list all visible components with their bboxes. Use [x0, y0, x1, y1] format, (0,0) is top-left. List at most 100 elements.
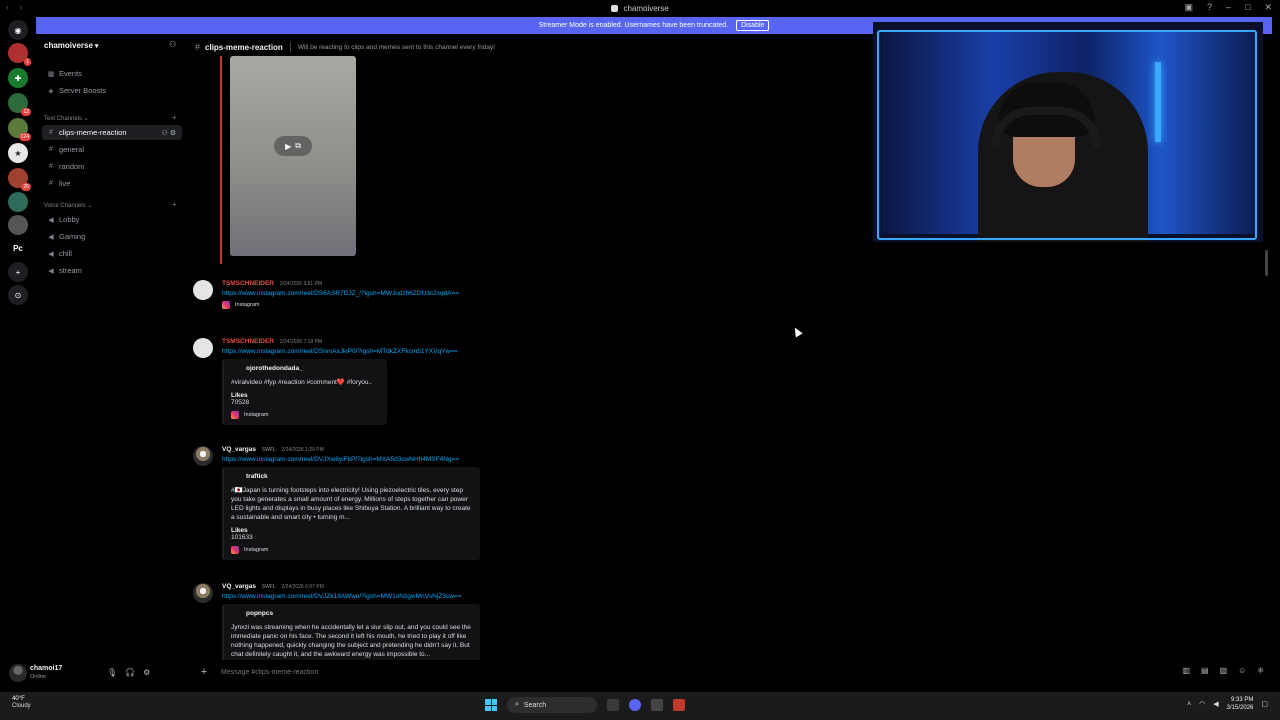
embed-description: #🇯🇵Japan is turning footsteps into elect… — [231, 487, 471, 521]
search-icon: ⌕ — [515, 701, 519, 708]
wifi-icon[interactable]: ◠ — [1199, 700, 1205, 708]
sidebar-item-events[interactable]: ▦ Events — [42, 66, 182, 81]
play-video-button[interactable]: ▶ ⧉ — [274, 136, 312, 156]
username[interactable]: VQ_vargas — [222, 583, 256, 590]
video-thumbnail[interactable]: ▶ ⧉ — [230, 56, 356, 256]
instagram-icon — [231, 411, 239, 419]
weather-widget[interactable]: 40°F Cloudy — [12, 696, 31, 710]
volume-icon[interactable]: ◀ — [1213, 700, 1218, 708]
channel-topic[interactable]: Will be reacting to clips and memes sent… — [298, 44, 495, 51]
channel-sidebar: chamoiverse ▾ ⚇ ▦ Events ◈ Server Boosts Te… — [36, 35, 186, 655]
message-link[interactable]: https://www.instagram.com/reel/DVJZk18AW… — [222, 593, 461, 600]
server-icon[interactable]: ★ — [8, 143, 28, 163]
hash-icon: # — [49, 180, 53, 187]
server-icon[interactable]: 12 — [8, 93, 31, 116]
taskbar-search[interactable]: ⌕ Search — [507, 697, 597, 713]
user-status: Online — [30, 674, 46, 680]
username[interactable]: TSMSCHNEIDER — [222, 338, 274, 345]
home-discord-icon[interactable]: ◉ — [8, 20, 28, 40]
hash-icon: # — [49, 146, 53, 153]
voice-channel-chill[interactable]: ◀ chill — [42, 246, 182, 261]
hash-icon: # — [49, 163, 53, 170]
embed-footer: Instagram — [231, 411, 380, 419]
clock[interactable]: 9:33 PM 3/15/2026 — [1227, 696, 1254, 712]
apps-icon[interactable]: ⁜ — [1257, 666, 1264, 675]
channel-live[interactable]: # live — [42, 176, 182, 191]
attach-plus-icon[interactable]: + — [196, 666, 212, 678]
sticker-icon[interactable]: ▧ — [1220, 666, 1228, 675]
discord-window: ‹ › chamoiverse ▣ ? – □ ✕ ◉ 1 ✚ 12 124 ★… — [0, 0, 1280, 720]
emoji-icon[interactable]: ☺ — [1238, 666, 1246, 675]
gif-icon[interactable]: ▤ — [1201, 666, 1209, 675]
speaker-icon: ◀ — [48, 216, 54, 224]
inbox-icon[interactable]: ▣ — [1184, 2, 1193, 13]
message-input[interactable] — [221, 668, 721, 676]
microphone-icon[interactable]: 🎙 — [107, 668, 117, 677]
username[interactable]: VQ_vargas — [222, 446, 256, 453]
channel-random[interactable]: # random — [42, 159, 182, 174]
voice-channel-stream[interactable]: ◀ stream — [42, 263, 182, 278]
window-title: chamoiverse — [0, 4, 1280, 13]
notifications-icon[interactable]: ▢ — [1261, 700, 1268, 708]
app-taskbar-icon[interactable] — [673, 699, 685, 711]
current-username[interactable]: chamoi17 — [30, 665, 62, 672]
server-icon[interactable]: ✚ — [8, 68, 28, 88]
embed-author[interactable]: popnpcs — [246, 610, 473, 617]
task-view-icon[interactable] — [607, 699, 619, 711]
headphones-icon[interactable]: 🎧 — [125, 668, 135, 677]
embed-author[interactable]: traftick — [246, 473, 473, 480]
window-controls: ▣ ? – □ ✕ — [1184, 2, 1272, 13]
channel-settings-icon[interactable]: ⚇⚙ — [161, 129, 178, 137]
webcam-overlay — [873, 22, 1263, 242]
chevron-down-icon: ▾ — [94, 43, 99, 50]
timestamp: 2/24/2026 6:07 PM — [281, 584, 324, 590]
close-button[interactable]: ✕ — [1264, 2, 1272, 13]
sidebar-item-server-boosts[interactable]: ◈ Server Boosts — [42, 83, 182, 98]
discover-icon[interactable]: ⊙ — [8, 285, 28, 305]
category-voice-channels[interactable]: Voice Channels ⌄ — [44, 202, 92, 209]
avatar[interactable] — [193, 583, 213, 603]
server-icon[interactable]: 26 — [8, 168, 31, 191]
gear-icon[interactable]: ⚙ — [143, 668, 150, 677]
username[interactable]: TSMSCHNEIDER — [222, 280, 274, 287]
embed-author[interactable]: ojorothedondada_ — [246, 365, 380, 372]
timestamp: 2/24/2026 7:19 PM — [279, 339, 323, 345]
category-text-channels[interactable]: Text Channels ⌄ — [44, 115, 89, 122]
maximize-button[interactable]: □ — [1245, 2, 1250, 13]
message: VQ_vargas SWFL 2/24/2026 6:07 PM https:/… — [193, 583, 893, 660]
server-icon[interactable] — [8, 192, 28, 212]
scrollbar[interactable] — [1265, 250, 1268, 276]
minimize-button[interactable]: – — [1226, 2, 1231, 13]
message-link[interactable]: https://www.instagram.com/reel/DS6ASR7DJ… — [222, 290, 459, 297]
help-icon[interactable]: ? — [1207, 2, 1212, 13]
add-server-icon[interactable]: + — [8, 262, 28, 282]
message-link[interactable]: https://www.instagram.com/reel/DVJXw8yiF… — [222, 456, 459, 463]
create-voice-channel-icon[interactable]: + — [172, 200, 177, 209]
server-rail: ◉ 1 ✚ 12 124 ★ 26 Pc + ⊙ — [0, 17, 36, 687]
chevron-up-icon[interactable]: ˄ — [1187, 701, 1191, 708]
gift-icon[interactable]: ▥ — [1182, 666, 1190, 675]
invite-people-icon[interactable]: ⚇ — [169, 40, 178, 49]
app-taskbar-icon[interactable] — [651, 699, 663, 711]
speaker-icon: ◀ — [48, 267, 54, 275]
voice-channel-gaming[interactable]: ◀ Gaming — [42, 229, 182, 244]
avatar[interactable] — [193, 280, 213, 300]
disable-streamer-mode-button[interactable]: Disable — [736, 20, 770, 31]
voice-channel-lobby[interactable]: ◀ Lobby — [42, 212, 182, 227]
avatar[interactable] — [193, 338, 213, 358]
avatar[interactable] — [193, 446, 213, 466]
create-channel-icon[interactable]: + — [172, 113, 177, 122]
start-button[interactable] — [485, 699, 497, 711]
channel-clips-meme-reaction[interactable]: # clips-meme-reaction ⚇⚙ — [42, 125, 182, 140]
timestamp: 2/24/2026 6:51 PM — [279, 281, 323, 287]
avatar[interactable] — [9, 664, 27, 682]
server-icon[interactable]: Pc — [8, 238, 28, 258]
server-icon[interactable]: 1 — [8, 43, 31, 66]
channel-general[interactable]: # general — [42, 142, 182, 157]
server-icon[interactable]: 124 — [8, 118, 31, 141]
title-bar: ‹ › chamoiverse ▣ ? – □ ✕ — [0, 0, 1280, 17]
message-link[interactable]: https://www.instagram.com/reel/DSnmAxJki… — [222, 348, 458, 355]
server-name-dropdown[interactable]: chamoiverse ▾ — [44, 41, 98, 50]
discord-taskbar-icon[interactable] — [629, 699, 641, 711]
server-icon[interactable] — [8, 215, 28, 235]
